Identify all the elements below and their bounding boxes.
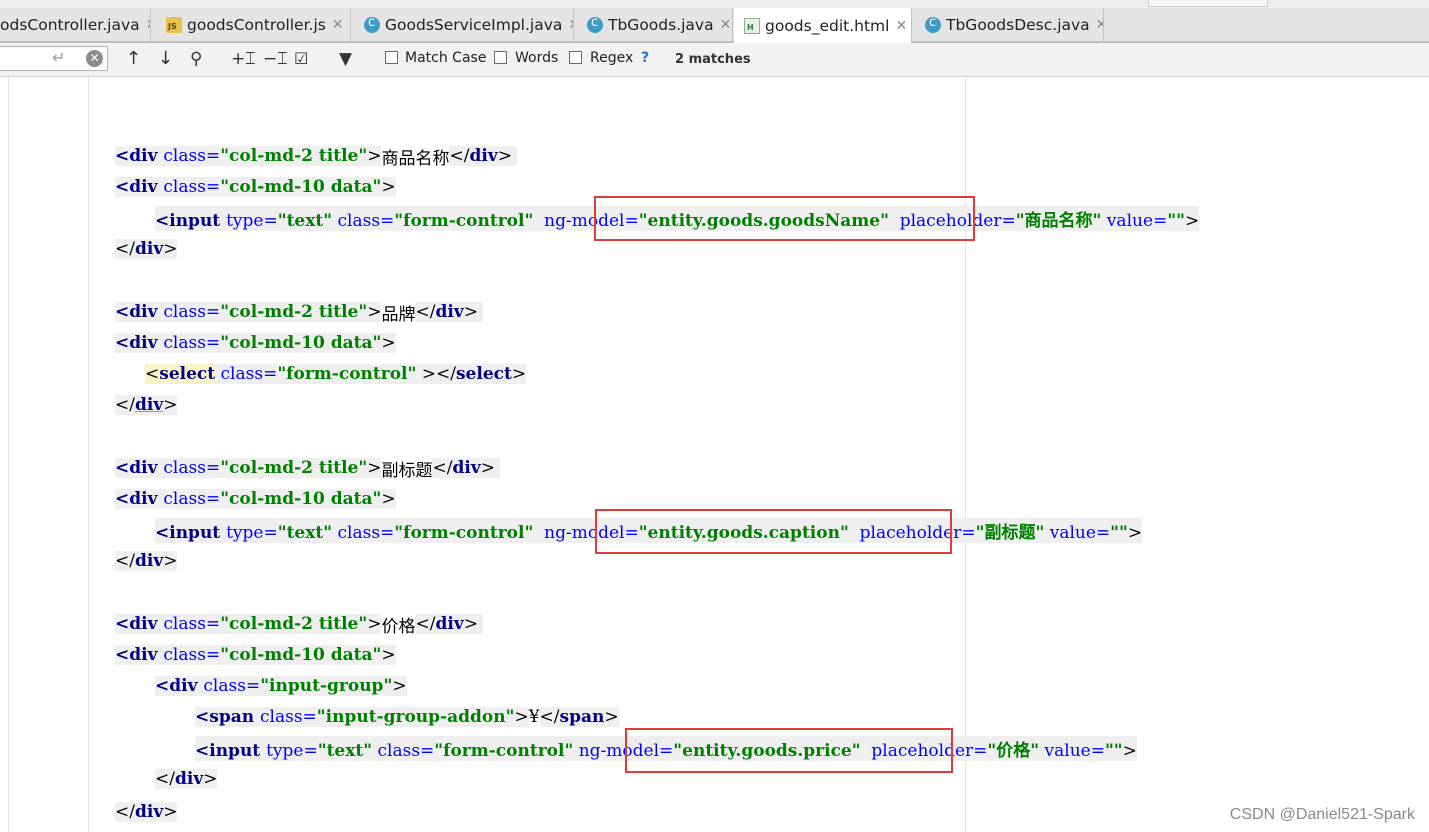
- toolbar-field[interactable]: [1148, 0, 1268, 7]
- tab-label: goods_edit.html: [765, 16, 890, 35]
- tab-label: odsController.java: [0, 15, 140, 34]
- code-line: <div class="input-group">: [155, 676, 407, 696]
- code-line: <select class="form-control" ></select>: [145, 364, 527, 384]
- gutter-guide: [8, 77, 9, 832]
- tab-goods-controller-js[interactable]: goodsController.js ✕: [152, 8, 351, 41]
- filter-icon[interactable]: ▼: [339, 49, 352, 69]
- watermark: CSDN @Daniel521-Spark: [1229, 806, 1415, 823]
- code-line: </div>: [115, 802, 178, 822]
- tab-label: TbGoods.java: [608, 15, 714, 34]
- regex-checkbox[interactable]: [569, 51, 582, 64]
- code-line: </div>: [115, 395, 178, 415]
- remove-selection-icon[interactable]: −⌶: [263, 49, 287, 69]
- find-all-icon[interactable]: ⚲: [190, 49, 202, 69]
- code-line: </div>: [115, 239, 178, 259]
- close-icon[interactable]: ✕: [332, 17, 344, 33]
- java-class-icon: [587, 15, 603, 33]
- code-line: </div>: [155, 769, 218, 789]
- words-checkbox[interactable]: [494, 51, 507, 64]
- java-class-icon: [925, 15, 941, 33]
- close-icon[interactable]: ✕: [146, 17, 150, 33]
- regex-label: Regex: [590, 50, 634, 66]
- highlight-box-caption: [595, 509, 952, 554]
- code-line: </div>: [115, 551, 178, 571]
- clear-search-icon[interactable]: ✕: [86, 50, 103, 67]
- code-editor[interactable]: <div class="col-md-2 title"> 商品名称 </div> <…: [0, 77, 1429, 832]
- previous-occurrence-icon[interactable]: ↑: [126, 49, 141, 69]
- close-icon[interactable]: ✕: [568, 17, 573, 33]
- right-margin-guide: [965, 77, 966, 832]
- code-line: <div class="col-md-10 data">: [115, 177, 396, 197]
- match-count: 2 matches: [675, 52, 751, 67]
- tab-label: GoodsServiceImpl.java: [385, 15, 563, 34]
- highlight-box-price: [625, 728, 953, 773]
- tab-label: goodsController.js: [187, 15, 326, 34]
- tab-goods-edit-html[interactable]: goods_edit.html ✕: [734, 8, 912, 43]
- tab-label: TbGoodsDesc.java: [946, 15, 1090, 34]
- java-class-icon: [364, 15, 380, 33]
- highlight-box-goodsname: [594, 196, 975, 241]
- close-icon[interactable]: ✕: [895, 18, 907, 34]
- tab-tbgoods[interactable]: TbGoods.java ✕: [575, 8, 733, 41]
- add-selection-icon[interactable]: +⌶: [231, 49, 255, 69]
- html-file-icon: [744, 17, 760, 34]
- close-icon[interactable]: ✕: [720, 17, 732, 33]
- tab-ods-controller[interactable]: odsController.java ✕: [0, 8, 151, 41]
- enter-icon: ↵: [52, 48, 66, 67]
- code-line: <div class="col-md-10 data">: [115, 645, 396, 665]
- code-line: <span class="input-group-addon"> ¥ </span>: [195, 707, 619, 727]
- find-bar: ↵ ✕ ↑ ↓ ⚲ +⌶ −⌶ ☑ ▼ Match Case Words Reg…: [0, 43, 1429, 77]
- code-line: <div class="col-md-2 title"> 副标题 </div>: [115, 455, 501, 481]
- code-line: <div class="col-md-2 title"> 价格 </div>: [115, 611, 484, 637]
- indent-guide: [88, 77, 89, 832]
- tab-tbgoods-desc[interactable]: TbGoodsDesc.java ✕: [913, 8, 1104, 41]
- match-case-checkbox[interactable]: [385, 51, 398, 64]
- code-line: <div class="col-md-10 data">: [115, 489, 396, 509]
- search-input[interactable]: ↵ ✕: [0, 46, 108, 71]
- words-label: Words: [515, 50, 559, 66]
- match-case-label: Match Case: [405, 50, 487, 66]
- title-strip: [0, 0, 1429, 8]
- tab-goods-service-impl[interactable]: GoodsServiceImpl.java ✕: [352, 8, 574, 41]
- editor-tab-bar: odsController.java ✕ goodsController.js …: [0, 8, 1429, 43]
- code-line: <div class="col-md-2 title"> 商品名称 </div>: [115, 143, 518, 169]
- close-icon[interactable]: ✕: [1096, 17, 1103, 33]
- code-line: <div class="col-md-2 title"> 品牌 </div>: [115, 299, 484, 325]
- next-occurrence-icon[interactable]: ↓: [158, 49, 173, 69]
- select-all-occurrences-icon[interactable]: ☑: [294, 49, 308, 69]
- js-file-icon: [166, 16, 182, 33]
- code-line: <div class="col-md-10 data">: [115, 333, 396, 353]
- regex-help-link[interactable]: ?: [641, 50, 649, 66]
